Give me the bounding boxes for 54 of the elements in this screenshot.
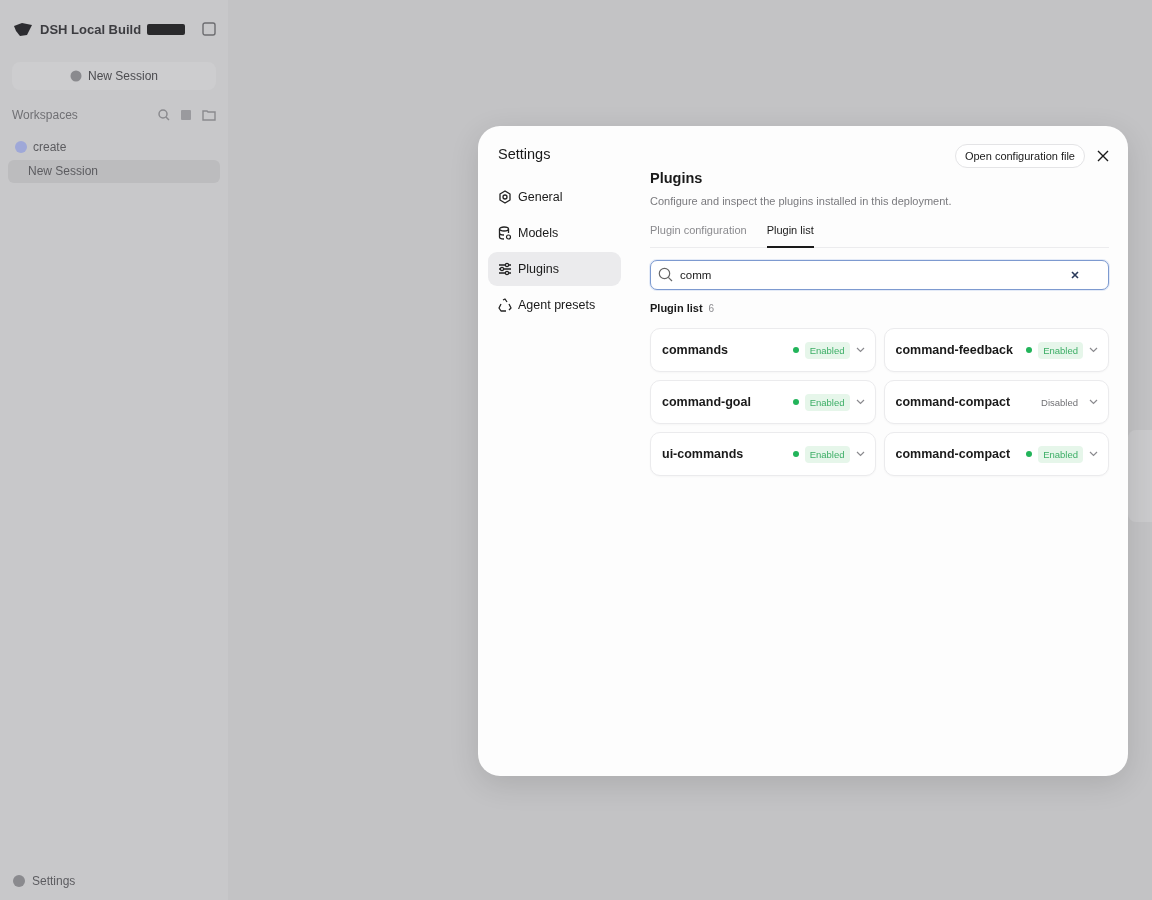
recycle-icon	[498, 298, 512, 312]
search-icon[interactable]	[158, 109, 170, 121]
status-badge: Enabled	[804, 445, 850, 463]
open-config-button[interactable]: Open configuration file	[954, 144, 1085, 168]
chevron-down-icon[interactable]	[855, 451, 865, 457]
build-badge	[147, 23, 186, 35]
plugin-name: ui-commands	[662, 447, 745, 461]
status-badge: Enabled	[804, 341, 850, 359]
nav-item[interactable]: Plugins	[488, 252, 621, 286]
new-session-button[interactable]: New Session	[12, 62, 216, 90]
session-item[interactable]: New Session	[8, 160, 220, 183]
plugin-name: commands	[662, 343, 729, 357]
plugin-card[interactable]: command-compact Enabled	[883, 432, 1109, 476]
search-icon	[658, 267, 673, 282]
section-heading: Plugins	[650, 170, 704, 186]
tab[interactable]: Plugin configuration	[650, 221, 747, 248]
status-label: Disabled	[1040, 395, 1079, 410]
plugin-name: command-feedback	[895, 343, 1014, 357]
dialog-title: Settings	[497, 145, 552, 164]
chevron-down-icon[interactable]	[855, 347, 865, 353]
list-count: 6	[708, 303, 715, 314]
close-icon[interactable]	[1097, 150, 1109, 162]
section-description: Configure and inspect the plugins installed in this deployment.	[650, 195, 953, 207]
workspace-name[interactable]: create	[33, 140, 67, 154]
plugin-card[interactable]: commands Enabled	[650, 328, 876, 372]
chevron-down-icon[interactable]	[1089, 451, 1098, 457]
plugin-card[interactable]: ui-commands Enabled	[650, 432, 876, 476]
chevron-down-icon[interactable]	[1089, 347, 1098, 353]
logo-icon	[12, 21, 34, 37]
plugin-card[interactable]: command-compact Disabled	[883, 380, 1109, 424]
clear-icon[interactable]	[1071, 271, 1079, 279]
status-badge: Enabled	[804, 393, 850, 411]
search-field[interactable]: comm	[650, 260, 1109, 290]
list-label: Plugin list	[650, 302, 703, 314]
section-label: Workspaces	[12, 108, 78, 122]
nav-item[interactable]: General	[488, 180, 621, 214]
plugin-card[interactable]: command-feedback Enabled	[883, 328, 1109, 372]
tab[interactable]: Plugin list	[766, 221, 814, 248]
app-title: DSH Local Build	[40, 21, 142, 37]
chevron-down-icon[interactable]	[1089, 399, 1098, 405]
sliders-icon	[498, 262, 512, 276]
status-badge: Enabled	[1038, 445, 1083, 463]
sidebar-toggle-icon[interactable]	[202, 22, 216, 36]
plugin-name: command-compact	[895, 447, 1012, 461]
database-icon	[498, 226, 512, 240]
settings-link[interactable]: Settings	[32, 874, 76, 888]
plugin-name: command-compact	[895, 395, 1012, 409]
folder-plus-icon[interactable]	[202, 109, 216, 121]
plugin-name: command-goal	[662, 395, 752, 409]
plugin-card[interactable]: command-goal Enabled	[650, 380, 876, 424]
chevron-down-icon[interactable]	[855, 399, 865, 405]
nav-item[interactable]: Models	[488, 216, 621, 250]
status-badge: Enabled	[1038, 341, 1083, 359]
nav-item[interactable]: Agent presets	[488, 288, 621, 322]
